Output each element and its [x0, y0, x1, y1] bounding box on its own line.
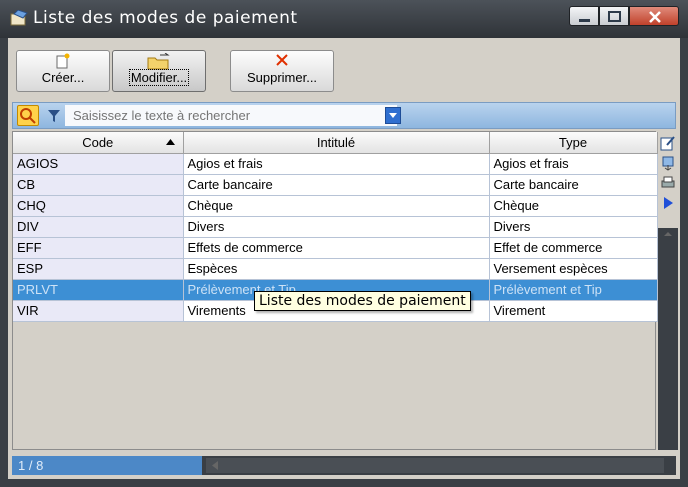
search-icon: [20, 108, 36, 124]
table-row[interactable]: ESP Espèces Versement espèces: [13, 258, 658, 280]
status-bar: 1 / 8: [12, 456, 676, 475]
table-row[interactable]: CHQ Chèque Chèque: [13, 195, 658, 217]
minimize-icon: [579, 19, 590, 22]
app-icon: [10, 10, 28, 26]
table-header-row: Code Intitulé Type: [13, 132, 658, 154]
search-dropdown-button[interactable]: [385, 107, 401, 124]
cell-type: Carte bancaire: [489, 174, 658, 196]
cell-code: CB: [13, 174, 184, 196]
print-icon[interactable]: [660, 175, 676, 191]
create-button[interactable]: Créer...: [16, 50, 110, 92]
client-area: Créer... Modifier... Supprimer... Saisis…: [8, 38, 680, 479]
record-count: 1 / 8: [12, 456, 202, 475]
scroll-left-icon[interactable]: [206, 458, 226, 473]
window: Liste des modes de paiement Créer... Mod…: [0, 0, 688, 487]
cell-type: Prélèvement et Tip: [489, 279, 658, 301]
cell-code: VIR: [13, 300, 184, 322]
close-icon: [649, 11, 661, 23]
table-row[interactable]: EFF Effets de commerce Effet de commerce: [13, 237, 658, 259]
cell-code: PRLVT: [13, 279, 184, 301]
delete-label: Supprimer...: [246, 70, 318, 85]
cell-label: Agios et frais: [183, 153, 490, 175]
table-row[interactable]: CB Carte bancaire Carte bancaire: [13, 174, 658, 196]
search-button[interactable]: [17, 105, 39, 126]
maximize-icon: [608, 11, 621, 22]
cell-code: DIV: [13, 216, 184, 238]
column-header-code-label: Code: [82, 134, 114, 150]
export-icon[interactable]: [660, 155, 676, 171]
close-button[interactable]: [629, 6, 679, 26]
cell-type: Versement espèces: [489, 258, 658, 280]
cell-label: Effets de commerce: [183, 237, 490, 259]
cell-code: ESP: [13, 258, 184, 280]
title-bar[interactable]: Liste des modes de paiement: [0, 0, 688, 38]
create-label: Créer...: [41, 70, 85, 85]
cell-code: AGIOS: [13, 153, 184, 175]
cell-label: Divers: [183, 216, 490, 238]
cell-type: Virement: [489, 300, 658, 322]
sort-ascending-icon: [165, 139, 175, 145]
cell-type: Divers: [489, 216, 658, 238]
horizontal-scrollbar[interactable]: [206, 458, 664, 473]
cell-code: EFF: [13, 237, 184, 259]
tooltip: Liste des modes de paiement: [254, 291, 471, 311]
window-title: Liste des modes de paiement: [33, 8, 298, 28]
modify-label-wrap: Modifier...: [113, 69, 205, 86]
edit-icon[interactable]: [660, 135, 676, 151]
table-row[interactable]: DIV Divers Divers: [13, 216, 658, 238]
filter-icon[interactable]: [47, 109, 61, 123]
vertical-scrollbar[interactable]: [658, 228, 678, 450]
cell-label: Chèque: [183, 195, 490, 217]
cell-type: Chèque: [489, 195, 658, 217]
modify-label: Modifier...: [128, 69, 190, 86]
modify-button[interactable]: Modifier...: [112, 50, 206, 92]
cell-label: Espèces: [183, 258, 490, 280]
delete-button[interactable]: Supprimer...: [230, 50, 334, 92]
play-icon[interactable]: [660, 195, 676, 211]
cell-label: Carte bancaire: [183, 174, 490, 196]
maximize-button[interactable]: [599, 6, 629, 26]
delete-icon: [276, 54, 288, 66]
cell-type: Effet de commerce: [489, 237, 658, 259]
minimize-button[interactable]: [569, 6, 599, 26]
column-header-code[interactable]: Code: [13, 132, 184, 154]
scroll-up-icon[interactable]: [658, 228, 678, 240]
toolbar: Créer... Modifier... Supprimer...: [8, 38, 680, 96]
table-row[interactable]: AGIOS Agios et frais Agios et frais: [13, 153, 658, 175]
chevron-down-icon: [389, 113, 397, 118]
search-bar: [12, 102, 676, 129]
cell-code: CHQ: [13, 195, 184, 217]
cell-type: Agios et frais: [489, 153, 658, 175]
column-header-label[interactable]: Intitulé: [183, 132, 490, 154]
search-input[interactable]: [65, 105, 397, 126]
new-document-icon: [56, 53, 70, 69]
column-header-type[interactable]: Type: [489, 132, 658, 154]
